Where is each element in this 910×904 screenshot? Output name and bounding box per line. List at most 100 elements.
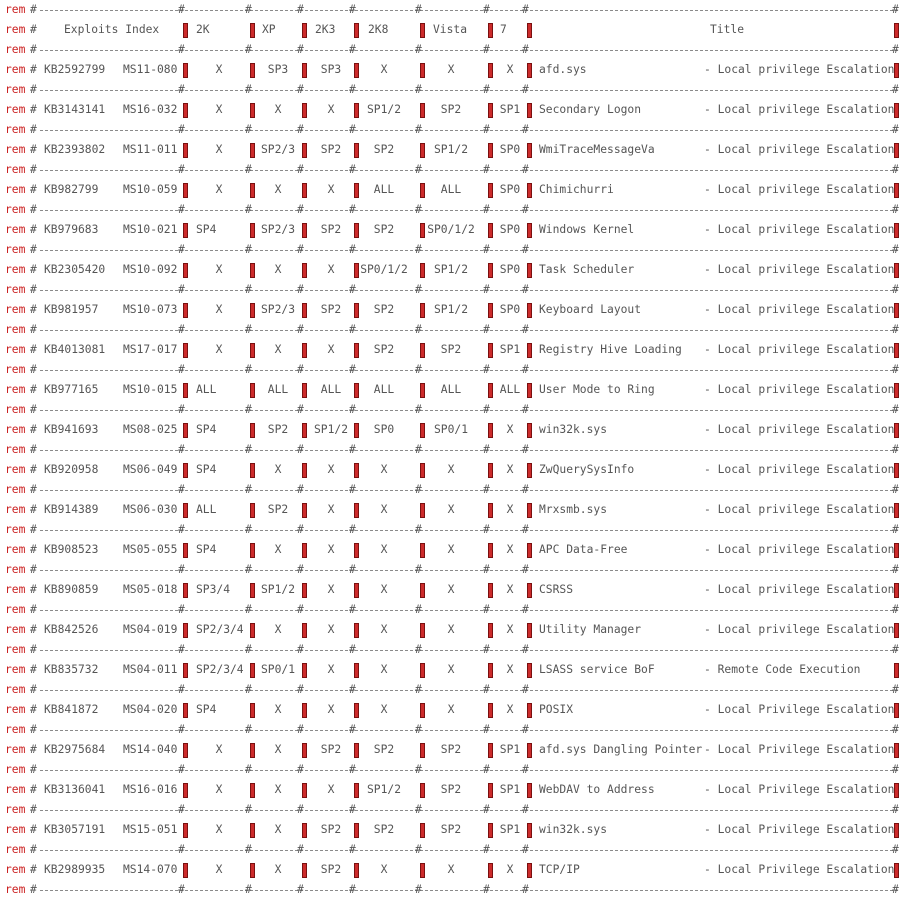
column-divider-icon <box>420 783 425 798</box>
column-marker: # <box>522 43 529 56</box>
column-marker: # <box>178 563 185 576</box>
column-marker: # <box>522 443 529 456</box>
os-support: SP2 <box>320 223 342 236</box>
comment-mark: # <box>30 23 37 36</box>
column-divider-icon <box>420 103 425 118</box>
os-support: SP2/3/4 <box>196 623 244 636</box>
separator-line: rem # # # # # # # # # <box>0 440 910 460</box>
column-divider-icon <box>354 863 359 878</box>
os-support: X <box>447 63 455 76</box>
os-support: SP2 <box>267 503 289 516</box>
rem-keyword: rem <box>5 263 26 276</box>
column-divider-icon <box>527 823 532 838</box>
os-support: SP2 <box>373 743 395 756</box>
column-marker: # <box>483 443 490 456</box>
table-row: rem # KB3136041 MS16-016 X X X SP1/2 SP2 SP1 WebDA… <box>0 780 910 800</box>
kb-id: KB3143141 <box>44 103 106 116</box>
comment-mark: # <box>30 223 37 236</box>
kb-id: KB981957 <box>44 303 99 316</box>
column-divider-icon <box>183 783 188 798</box>
column-marker: # <box>349 323 356 336</box>
column-divider-icon <box>488 23 493 38</box>
kb-id: KB2975684 <box>44 743 106 756</box>
ms-bulletin: MS11-011 <box>123 143 178 156</box>
comment-mark: # <box>30 363 37 376</box>
column-divider-icon <box>420 623 425 638</box>
column-divider-icon <box>420 343 425 358</box>
column-marker: # <box>349 563 356 576</box>
os-support: X <box>327 623 335 636</box>
column-divider-icon <box>354 703 359 718</box>
column-marker: # <box>415 123 422 136</box>
rem-keyword: rem <box>5 543 26 556</box>
exploit-type: - Remote Code Execution <box>704 663 861 676</box>
column-divider-icon <box>527 663 532 678</box>
os-support: X <box>447 543 455 556</box>
ms-bulletin: MS10-021 <box>123 223 178 236</box>
separator-dashes <box>40 650 898 651</box>
column-divider-icon <box>183 743 188 758</box>
os-support: X <box>274 743 282 756</box>
os-support: ALL <box>373 383 395 396</box>
ms-bulletin: MS04-020 <box>123 703 178 716</box>
column-marker: # <box>415 763 422 776</box>
comment-mark: # <box>30 803 37 816</box>
kb-id: KB835732 <box>44 663 99 676</box>
column-divider-icon <box>183 343 188 358</box>
column-marker: # <box>522 523 529 536</box>
os-support: X <box>506 423 514 436</box>
column-marker: # <box>892 883 899 896</box>
exploit-type: - Local privilege Escalation <box>704 143 895 156</box>
os-support: SP2 <box>320 823 342 836</box>
table-row: rem # KB842526 MS04-019 SP2/3/4 X X X X X Utility … <box>0 620 910 640</box>
column-marker: # <box>178 683 185 696</box>
exploit-name: Windows Kernel <box>539 223 635 236</box>
separator-line: rem # # # # # # # # # <box>0 0 910 20</box>
rem-keyword: rem <box>5 423 26 436</box>
separator-dashes <box>40 90 898 91</box>
exploit-type: - Local Privilege Escalation <box>704 783 895 796</box>
os-support: X <box>506 863 514 876</box>
rem-keyword: rem <box>5 823 26 836</box>
column-marker: # <box>245 283 252 296</box>
column-divider-icon <box>183 623 188 638</box>
column-marker: # <box>178 763 185 776</box>
column-marker: # <box>349 3 356 16</box>
column-marker: # <box>892 443 899 456</box>
os-support: SP1/2 <box>260 583 296 596</box>
column-marker: # <box>892 683 899 696</box>
column-divider-icon <box>183 583 188 598</box>
os-support: X <box>380 863 388 876</box>
column-divider-icon <box>488 423 493 438</box>
os-support: ALL <box>499 383 521 396</box>
column-divider-icon <box>354 183 359 198</box>
column-marker: # <box>349 683 356 696</box>
column-marker: # <box>297 683 304 696</box>
column-marker: # <box>349 243 356 256</box>
column-marker: # <box>245 83 252 96</box>
column-marker: # <box>483 803 490 816</box>
rem-keyword: rem <box>5 83 26 96</box>
rem-keyword: rem <box>5 723 26 736</box>
comment-mark: # <box>30 783 37 796</box>
column-divider-icon <box>527 383 532 398</box>
exploit-name: TCP/IP <box>539 863 580 876</box>
column-divider-icon <box>894 343 899 358</box>
table-row: rem # KB920958 MS06-049 SP4 X X X X X ZwQuerySysIn… <box>0 460 910 480</box>
separator-line: rem # # # # # # # # # <box>0 200 910 220</box>
separator-line: rem # # # # # # # # # <box>0 280 910 300</box>
column-divider-icon <box>302 703 307 718</box>
os-support: X <box>327 543 335 556</box>
comment-mark: # <box>30 643 37 656</box>
comment-mark: # <box>30 323 37 336</box>
os-support: SP1 <box>499 823 521 836</box>
column-marker: # <box>415 163 422 176</box>
column-divider-icon <box>527 343 532 358</box>
comment-mark: # <box>30 43 37 56</box>
header-row: rem # Exploits Index 2K XP 2K3 2K8 Vista 7 Title <box>0 20 910 40</box>
column-marker: # <box>483 243 490 256</box>
comment-mark: # <box>30 163 37 176</box>
column-divider-icon <box>354 383 359 398</box>
column-marker: # <box>522 83 529 96</box>
separator-line: rem # # # # # # # # # <box>0 600 910 620</box>
